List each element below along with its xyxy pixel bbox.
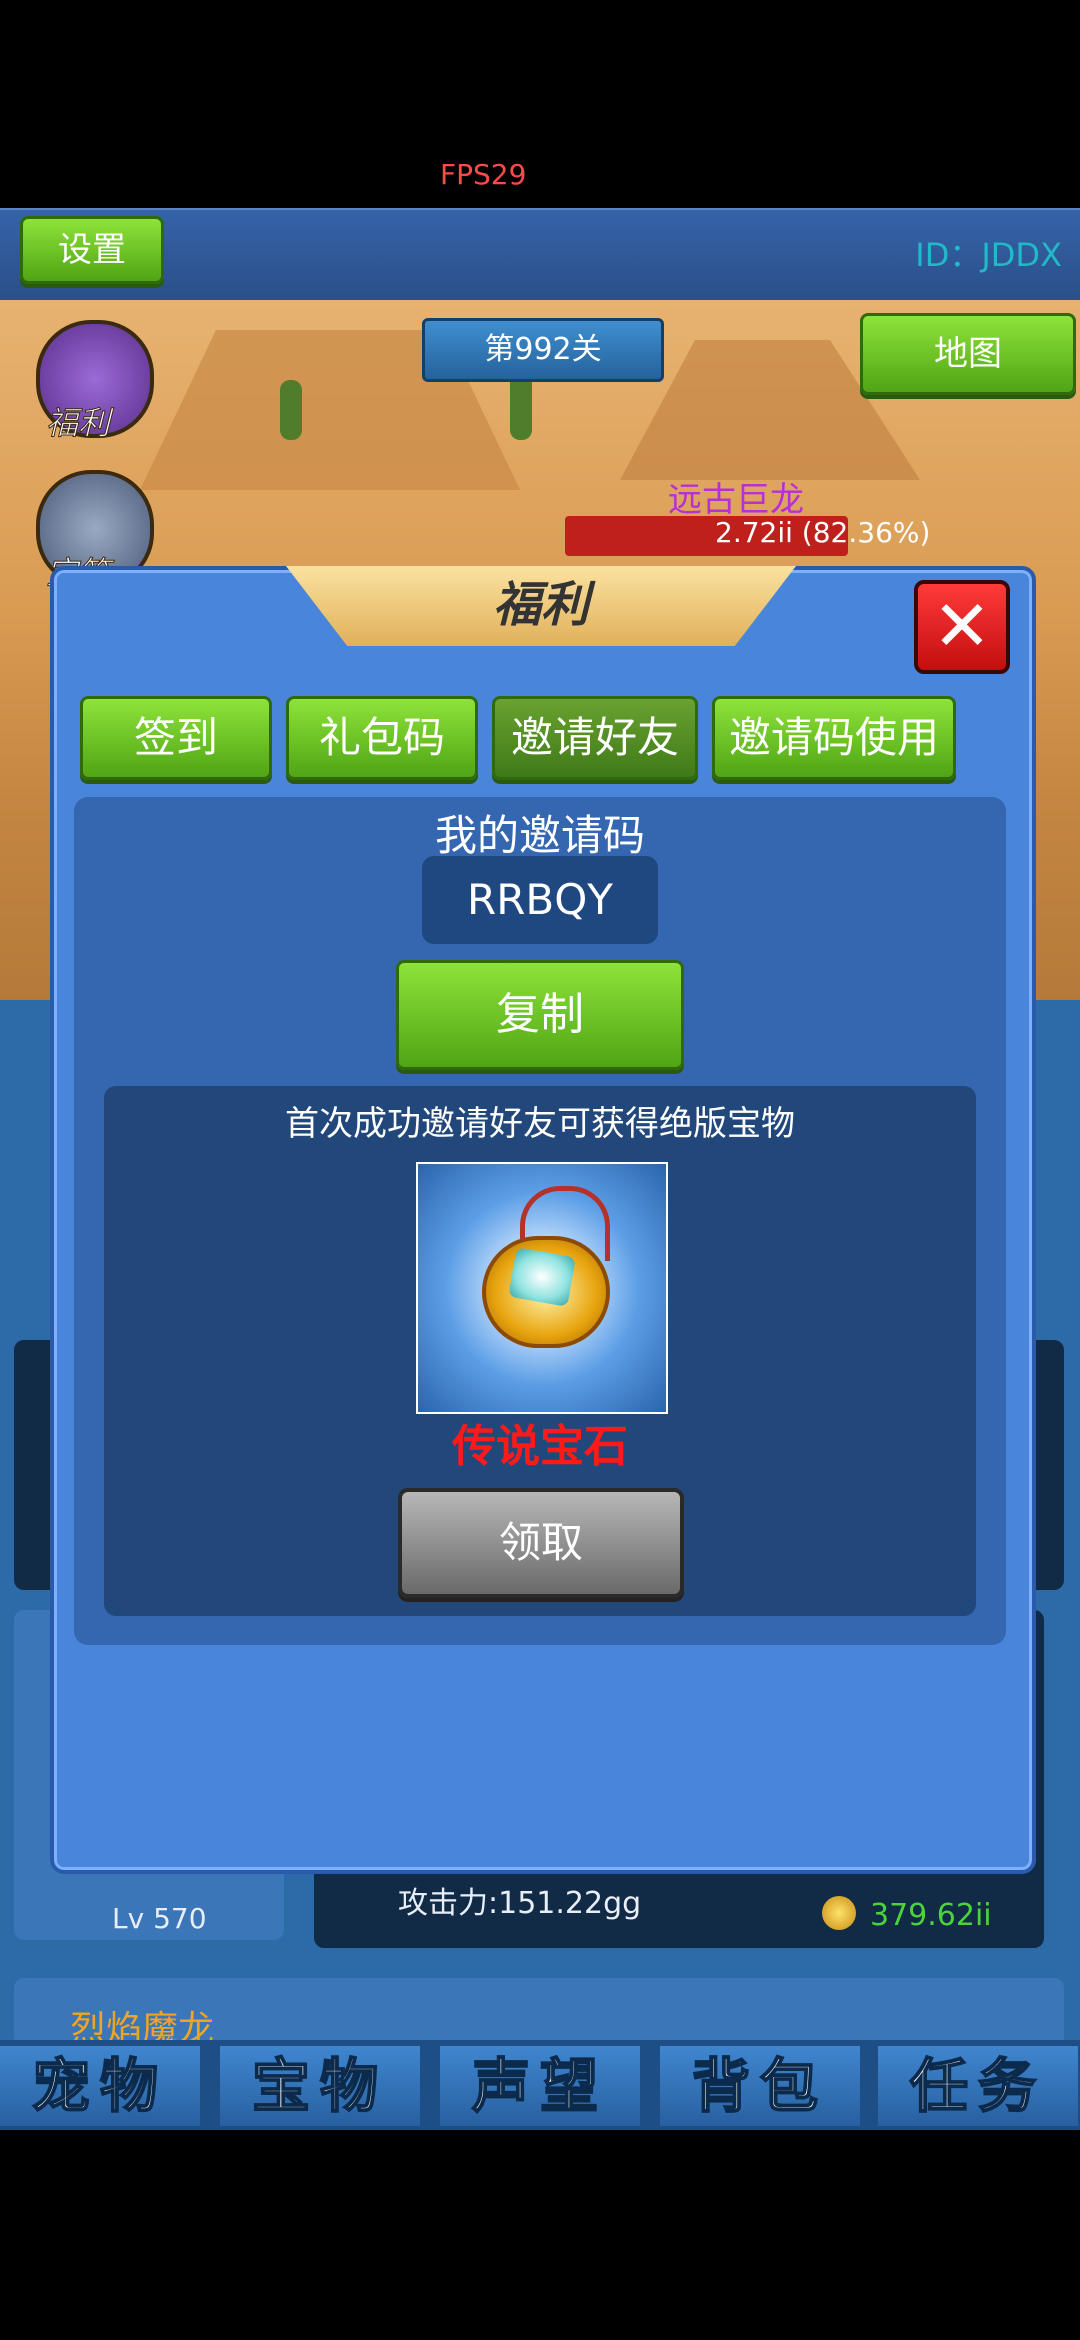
welfare-label: 福利 [45, 404, 111, 443]
tab-reputation[interactable]: 声望 [440, 2046, 640, 2126]
reward-description: 首次成功邀请好友可获得绝版宝物 [285, 1104, 795, 1144]
pet-level: Lv 570 [112, 1902, 207, 1935]
fps-counter: FPS29 [440, 158, 527, 191]
coin-icon [822, 1896, 856, 1930]
invite-code: RRBQY [422, 856, 658, 944]
boss-hp-text: 2.72ii (82.36%) [715, 516, 931, 549]
tab-treasure[interactable]: 宝物 [220, 2046, 420, 2126]
tab-gift-code[interactable]: 礼包码 [286, 696, 478, 780]
close-icon[interactable]: ✕ [914, 580, 1010, 674]
settings-button[interactable]: 设置 [20, 216, 164, 284]
tab-pets[interactable]: 宠物 [0, 2046, 200, 2126]
coin-amount: 379.62ii [870, 1898, 992, 1933]
boss-name: 远古巨龙 [668, 480, 804, 520]
tab-tasks[interactable]: 任务 [878, 2046, 1078, 2126]
tab-backpack[interactable]: 背包 [660, 2046, 860, 2126]
tab-use-invite-code[interactable]: 邀请码使用 [712, 696, 956, 780]
cactus [280, 380, 302, 440]
gem-core [508, 1247, 576, 1307]
attack-text: 攻击力:151.22gg [398, 1886, 642, 1921]
level-banner: 第992关 [422, 318, 664, 382]
tab-sign-in[interactable]: 签到 [80, 696, 272, 780]
tab-invite-friends[interactable]: 邀请好友 [492, 696, 698, 780]
reward-item-name: 传说宝石 [452, 1421, 628, 1472]
user-id: ID：JDDX [915, 236, 1062, 274]
modal-title: 福利 [286, 566, 796, 646]
copy-button[interactable]: 复制 [396, 960, 684, 1070]
map-button[interactable]: 地图 [860, 313, 1076, 395]
claim-button[interactable]: 领取 [398, 1488, 684, 1598]
invite-code-label: 我的邀请码 [434, 811, 645, 860]
